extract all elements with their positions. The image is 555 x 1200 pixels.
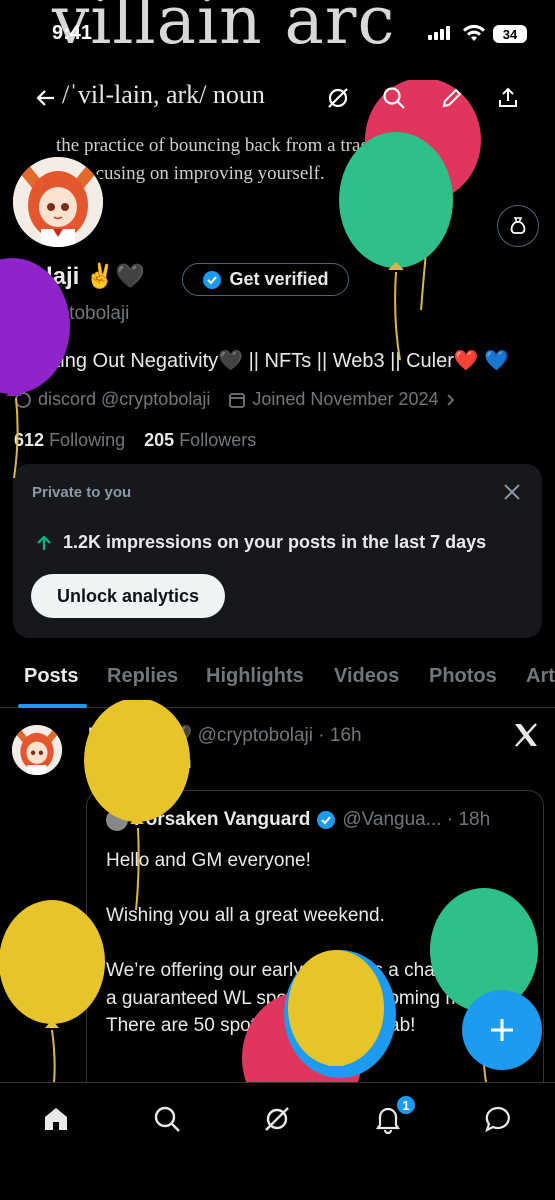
post-text: Be forgotten [88, 752, 192, 773]
share-icon [499, 87, 517, 107]
tab-art[interactable]: Art [526, 652, 555, 688]
tab-videos[interactable]: Videos [334, 652, 399, 688]
profile-location: discord @cryptobolaji [38, 389, 211, 409]
search-button[interactable] [378, 82, 410, 114]
signal-icon [428, 26, 450, 40]
profile-avatar[interactable] [10, 154, 106, 250]
post-header: Bolaji ✌️🖤 @cryptobolaji · 16h [88, 723, 362, 747]
anime-avatar-image [12, 725, 62, 775]
post-author-name[interactable]: Bolaji ✌️🖤 [88, 725, 192, 746]
search-icon [383, 87, 405, 109]
get-verified-button[interactable]: Get verified [182, 263, 349, 296]
followers-count: 205 [144, 430, 175, 450]
tab-replies[interactable]: Replies [107, 652, 178, 688]
private-label: Private to you [32, 484, 132, 501]
profile-name-emojis: ✌️🖤 [85, 263, 146, 290]
follow-stats: 612 Following 205 Followers [14, 430, 256, 451]
arrow-up-icon [37, 534, 51, 550]
grok-icon [265, 1107, 289, 1131]
profile-joined: Joined November 2024 [252, 389, 439, 409]
quoted-post-body: Hello and GM everyone! Wishing you all a… [106, 850, 521, 1036]
profile-bio: Working Out Negativity🖤 || NFTs || Web3 … [14, 350, 510, 372]
nav-search[interactable] [149, 1101, 185, 1137]
profile-tabs: Posts Replies Highlights Videos Photos A… [0, 652, 555, 708]
grok-button[interactable] [322, 82, 354, 114]
tab-highlights[interactable]: Highlights [206, 652, 304, 688]
private-analytics-card: Private to you 1.2K impressions on your … [13, 464, 542, 638]
bottom-nav [0, 1082, 555, 1200]
calendar-icon [229, 392, 246, 408]
compose-button[interactable] [462, 990, 542, 1070]
back-button[interactable] [30, 82, 62, 114]
nav-home[interactable] [38, 1101, 74, 1137]
anime-avatar-image [13, 157, 103, 247]
share-button[interactable] [492, 82, 524, 114]
home-icon [45, 1108, 67, 1130]
tab-photos[interactable]: Photos [429, 652, 497, 688]
edit-button[interactable] [436, 82, 468, 114]
get-verified-label: Get verified [229, 269, 329, 289]
banner-definition: the practice of bouncing back from a tra… [56, 135, 471, 184]
profile-name-text: Bolaji [14, 262, 80, 290]
following-count: 612 [14, 430, 45, 450]
close-icon[interactable] [502, 482, 522, 502]
post-avatar[interactable] [12, 725, 62, 775]
unlock-analytics-button[interactable]: Unlock analytics [31, 574, 225, 618]
status-time: 9:41 [52, 22, 93, 44]
following-link[interactable]: 612 Following [14, 430, 125, 450]
battery-indicator: 34 [493, 25, 527, 43]
tab-posts[interactable]: Posts [24, 652, 78, 688]
post-handle-time: @cryptobolaji · 16h [197, 725, 362, 746]
followers-link[interactable]: 205 Followers [144, 430, 256, 450]
chevron-right-icon[interactable] [444, 393, 458, 407]
profile-handle: @cryptobolaji [14, 303, 130, 324]
nav-grok[interactable] [259, 1101, 295, 1137]
status-bar: 9:41 34 [0, 0, 555, 70]
impressions-row: 1.2K impressions on your posts in the la… [35, 532, 486, 553]
quoted-author-name: Forsaken Vanguard [134, 809, 311, 830]
impressions-text: 1.2K impressions on your posts in the la… [63, 532, 487, 552]
wifi-icon [463, 24, 485, 41]
banner-pronunciation: /ˈvil-lain, ark/ noun [62, 80, 265, 109]
back-arrow-icon [36, 90, 54, 106]
money-bag-icon [510, 217, 526, 234]
quoted-post[interactable]: Forsaken Vanguard @Vangua... · 18h Hello… [86, 790, 544, 1110]
verified-badge-icon [203, 270, 222, 289]
tip-button[interactable] [497, 205, 539, 247]
edit-icon [442, 88, 462, 108]
quoted-handle-time: @Vangua... · 18h [342, 809, 491, 830]
x-logo-icon [515, 723, 537, 747]
plus-icon [491, 1019, 513, 1041]
quoted-post-header: Forsaken Vanguard @Vangua... · 18h [106, 809, 490, 831]
nav-messages[interactable] [480, 1101, 516, 1137]
quoted-avatar [106, 809, 128, 831]
profile-name: Bolaji ✌️🖤 [14, 262, 145, 291]
messages-icon [485, 1106, 510, 1133]
followers-label: Followers [179, 430, 257, 450]
profile-meta: discord @cryptobolaji Joined November 20… [14, 389, 458, 410]
location-icon [15, 391, 31, 408]
grok-icon [328, 88, 348, 108]
following-label: Following [49, 430, 126, 450]
search-icon [154, 1106, 180, 1132]
verified-badge-icon [317, 811, 336, 829]
notifications-badge: 1 [395, 1094, 417, 1116]
